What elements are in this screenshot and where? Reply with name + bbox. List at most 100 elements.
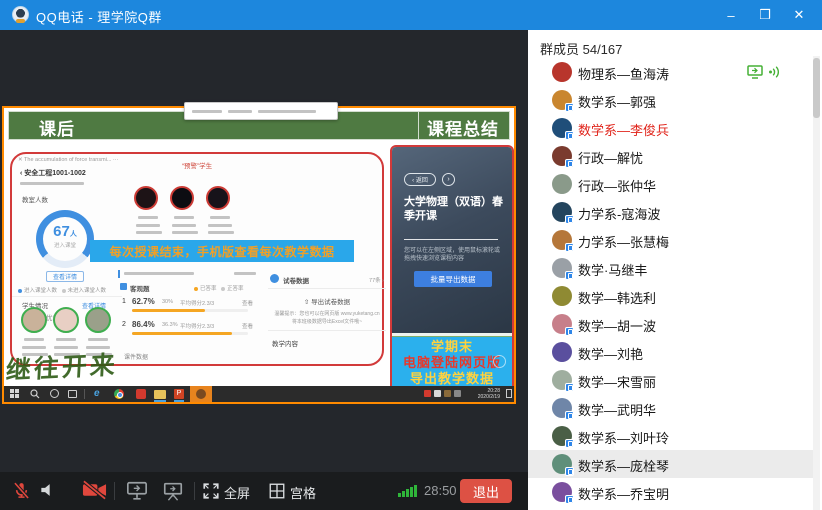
call-toolbar: 全屏 宫格 28:50 退出	[0, 472, 528, 510]
avatar	[552, 482, 572, 502]
paper-data-card: 试卷数据 77条 › ⇧ 导出试卷数据 温馨提示：您也可以在网页版 www.yu…	[268, 270, 386, 360]
tray-icon	[444, 390, 451, 397]
paper-title: 试卷数据	[283, 275, 309, 285]
student-avatar	[53, 307, 79, 333]
member-row[interactable]: 行政—张仲华	[528, 170, 814, 198]
banner2-circle-decor	[493, 355, 506, 368]
member-name: 力学系—张慧梅	[578, 232, 669, 251]
objective-rank: 2	[122, 321, 126, 328]
grid-view-label[interactable]: 宫格	[290, 483, 316, 502]
gauge-detail-button: 查看详情	[46, 271, 84, 282]
member-row[interactable]: 物理系—鱼海涛	[528, 58, 814, 86]
objective-avg: 平均得分2.3/3	[180, 322, 214, 330]
member-scrollbar[interactable]	[813, 56, 820, 510]
ie-icon: e	[94, 389, 100, 399]
blurred-text	[136, 231, 162, 234]
red-app-icon	[136, 389, 146, 399]
courseware-label: 课件数据	[124, 352, 148, 361]
avatar	[552, 454, 572, 474]
show-desktop-icon	[506, 389, 512, 398]
mobile-badge-icon	[565, 467, 574, 476]
member-row[interactable]: 力学系-寇海波	[528, 198, 814, 226]
avatar	[552, 230, 572, 250]
objective-pct2: 30%	[162, 299, 173, 305]
presenter-board-icon[interactable]	[162, 480, 184, 502]
member-row[interactable]: 力学系—张慧梅	[528, 226, 814, 254]
divider	[194, 482, 195, 500]
member-list: 物理系—鱼海涛 数学系—郭强 数学系—李俊兵 行政—解忧	[528, 58, 814, 506]
member-row[interactable]: 数学系—庞栓琴	[528, 450, 814, 478]
maximize-button[interactable]: ❒	[748, 0, 782, 30]
member-name: 数学系—刘叶玲	[578, 428, 669, 447]
fullscreen-label[interactable]: 全屏	[224, 483, 250, 502]
member-panel-header: 群成员 54/167	[540, 39, 622, 58]
qq-call-icon	[12, 6, 29, 23]
member-row[interactable]: 数学系—刘叶玲	[528, 422, 814, 450]
student-avatar	[206, 186, 230, 210]
title-bar: QQ电话 - 理学院Q群 – ❒ ✕	[0, 0, 822, 30]
student-avatar	[85, 307, 111, 333]
member-row[interactable]: 数学—宋雪丽	[528, 366, 814, 394]
member-row[interactable]: 数学系—李俊兵	[528, 114, 814, 142]
taskbar-clock: 20:28 2020/2/19	[478, 388, 500, 400]
avatar	[552, 202, 572, 222]
scrollbar-thumb[interactable]	[813, 58, 820, 118]
mobile-badge-icon	[565, 103, 574, 112]
share-screen-icon[interactable]	[126, 480, 148, 502]
minimize-button[interactable]: –	[714, 0, 748, 30]
call-timer: 28:50	[424, 483, 457, 498]
grid-view-icon[interactable]	[268, 482, 286, 500]
chrome-icon	[114, 389, 124, 399]
member-row[interactable]: 数学系—乔宝明	[528, 478, 814, 506]
batch-export-button: 批量导出数据	[414, 271, 492, 287]
member-row[interactable]: 数学系—郭强	[528, 86, 814, 114]
fullscreen-icon[interactable]	[202, 482, 220, 500]
divider	[12, 296, 122, 297]
member-row[interactable]: 行政—解忧	[528, 142, 814, 170]
course-panel-photo: ‹ 返回 › 大学物理（双语）春季开课 您可以在左侧区域，使用鼠标滚轮或拖拽快速…	[392, 147, 512, 333]
mobile-badge-icon	[565, 243, 574, 252]
student-avatar	[134, 186, 158, 210]
back-pill: ‹ 返回	[404, 173, 436, 186]
avatar	[552, 118, 572, 138]
divider	[84, 389, 85, 399]
microphone-muted-icon[interactable]	[11, 480, 32, 502]
blurred-text	[208, 231, 234, 234]
course-title: 大学物理（双语）春季开课	[404, 195, 506, 223]
gauge-legend: 进入课堂人数 未进入课堂人数	[18, 286, 106, 294]
avatar	[552, 398, 572, 418]
member-name: 行政—解忧	[578, 148, 643, 167]
class-name: ‹ 安全工程1001-1002	[20, 168, 86, 178]
share-float-toolbar[interactable]	[184, 102, 338, 120]
warning-students-label: “预警”学生	[162, 160, 232, 170]
banner-teaching-data: 每次授课结束，手机版查看每次教学数据	[90, 240, 354, 262]
member-name: 数学—韩选利	[578, 288, 656, 307]
blurred-text	[88, 338, 108, 341]
shared-taskbar: e P 20:28 2020/2/19	[4, 386, 514, 402]
divider	[114, 482, 115, 500]
member-row[interactable]: 数学·马继丰	[528, 254, 814, 282]
room-count-label: 教室人数	[22, 194, 48, 204]
gauge-sub: 进入课堂	[43, 243, 87, 249]
avatar	[552, 258, 572, 278]
objective-link: 查看	[242, 299, 253, 307]
blurred-text	[24, 338, 44, 341]
blurred-text	[192, 110, 222, 113]
blurred-text	[258, 110, 316, 113]
avatar	[552, 62, 572, 82]
speaking-icon	[768, 65, 780, 79]
member-row[interactable]: 数学—武明华	[528, 394, 814, 422]
mobile-badge-icon	[565, 411, 574, 420]
member-row[interactable]: 数学—韩选利	[528, 282, 814, 310]
clock-date: 2020/2/19	[478, 394, 500, 400]
objective-avg: 平均得分2.3/3	[180, 299, 214, 307]
camera-off-icon[interactable]	[82, 480, 107, 500]
exit-button[interactable]: 退出	[460, 479, 512, 503]
progress-bar-1	[132, 309, 205, 312]
close-button[interactable]: ✕	[782, 0, 816, 30]
member-row[interactable]: 数学—刘艳	[528, 338, 814, 366]
start-button-icon	[10, 389, 20, 399]
screen-share-icon	[747, 65, 763, 79]
member-row[interactable]: 数学—胡一波	[528, 310, 814, 338]
speaker-icon[interactable]	[38, 480, 58, 500]
